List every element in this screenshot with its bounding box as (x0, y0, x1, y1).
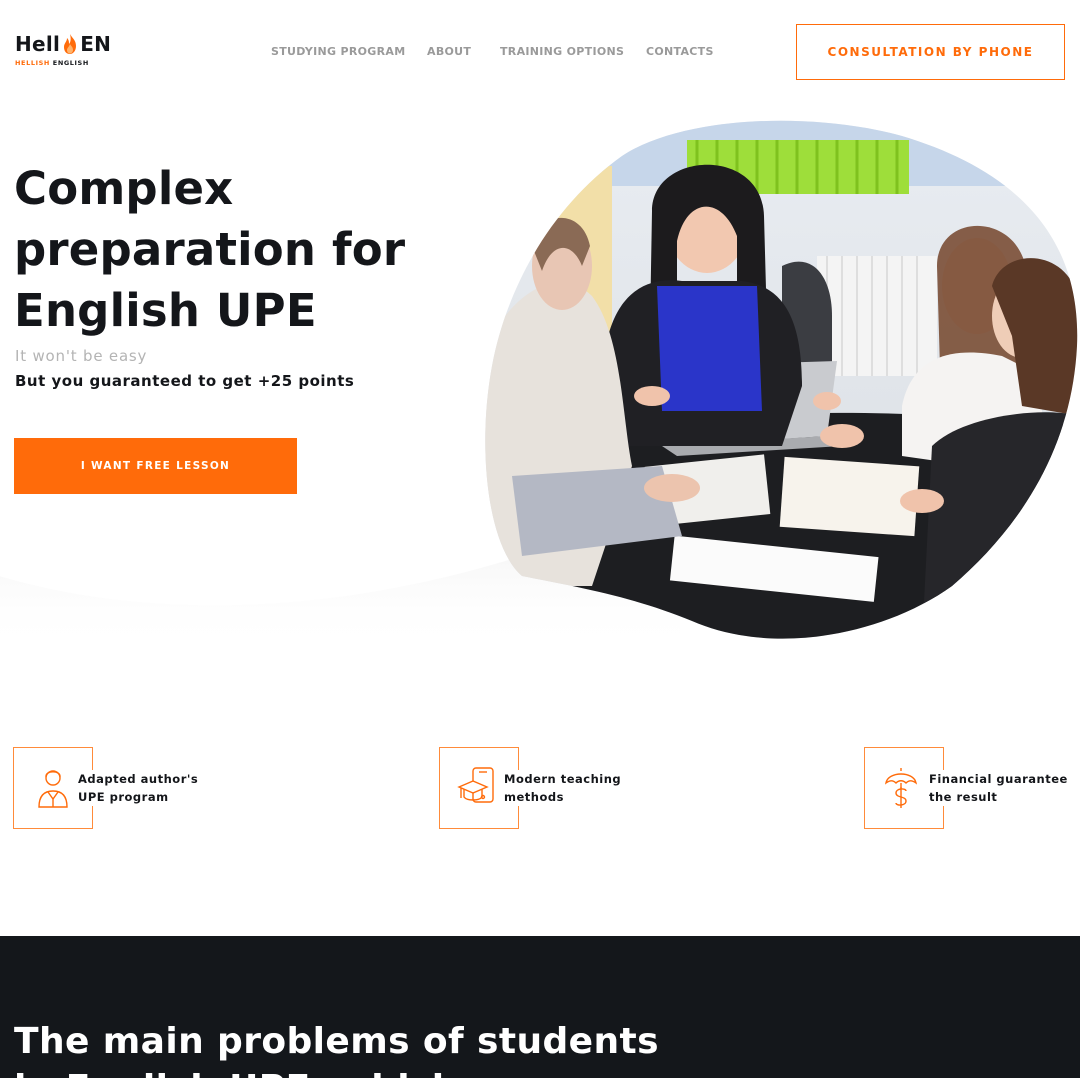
logo-wordmark: Hell EN (15, 32, 125, 56)
hero-title-line1: Complex (14, 162, 234, 215)
hero-title: Complex preparation for English UPE (14, 158, 474, 341)
feature-label-line1: Modern teaching (504, 772, 622, 786)
feature-financial-guarantee: Financial guarantee the result (864, 747, 1080, 829)
problems-title-line1: The main problems of students (14, 1021, 659, 1062)
feature-modern-methods: Modern teaching methods (439, 747, 639, 829)
graduation-cap-phone-icon (457, 767, 494, 803)
site-header: Hell EN HELLISH ENGLISH STUDYING PROGRAM… (0, 0, 1080, 104)
nav-about[interactable]: ABOUT (427, 45, 471, 58)
feature-label-line2: the result (929, 790, 998, 804)
hero-title-line3: English UPE (14, 284, 317, 337)
free-lesson-button[interactable]: I WANT FREE LESSON (14, 438, 297, 494)
logo-tagline: HELLISH ENGLISH (15, 59, 125, 67)
logo[interactable]: Hell EN HELLISH ENGLISH (15, 32, 125, 72)
feature-label-line2: methods (504, 790, 564, 804)
problems-title-line2: in English UPE, which (14, 1065, 714, 1078)
hero-subtitle: It won't be easy (15, 347, 148, 365)
umbrella-dollar-icon (885, 768, 917, 808)
feature-label: Adapted author's UPE program (78, 770, 205, 806)
feature-author-program: Adapted author's UPE program (13, 747, 213, 829)
logo-text-left: Hell (15, 32, 61, 56)
classroom-photo (485, 120, 1078, 639)
feature-label-line2: UPE program (78, 790, 169, 804)
feature-label: Financial guarantee the result (929, 770, 1074, 806)
consultation-button[interactable]: CONSULTATION BY PHONE (796, 24, 1065, 80)
nav-studying-program[interactable]: STUDYING PROGRAM (271, 45, 405, 58)
teacher-icon (38, 770, 68, 808)
feature-label-line1: Financial guarantee (929, 772, 1068, 786)
hero-title-line2: preparation for (14, 223, 406, 276)
feature-label: Modern teaching methods (504, 770, 628, 806)
nav-contacts[interactable]: CONTACTS (646, 45, 714, 58)
hero-guarantee: But you guaranteed to get +25 points (15, 372, 355, 390)
logo-text-right: EN (80, 32, 112, 56)
flame-icon (64, 34, 77, 54)
logo-tagline-hellish: HELLISH (15, 59, 50, 67)
problems-title: The main problems of students in English… (14, 1018, 714, 1078)
problems-section: The main problems of students in English… (0, 936, 1080, 1078)
feature-label-line1: Adapted author's (78, 772, 199, 786)
nav-training-options[interactable]: TRAINING OPTIONS (500, 45, 624, 58)
logo-tagline-english: ENGLISH (52, 59, 89, 67)
